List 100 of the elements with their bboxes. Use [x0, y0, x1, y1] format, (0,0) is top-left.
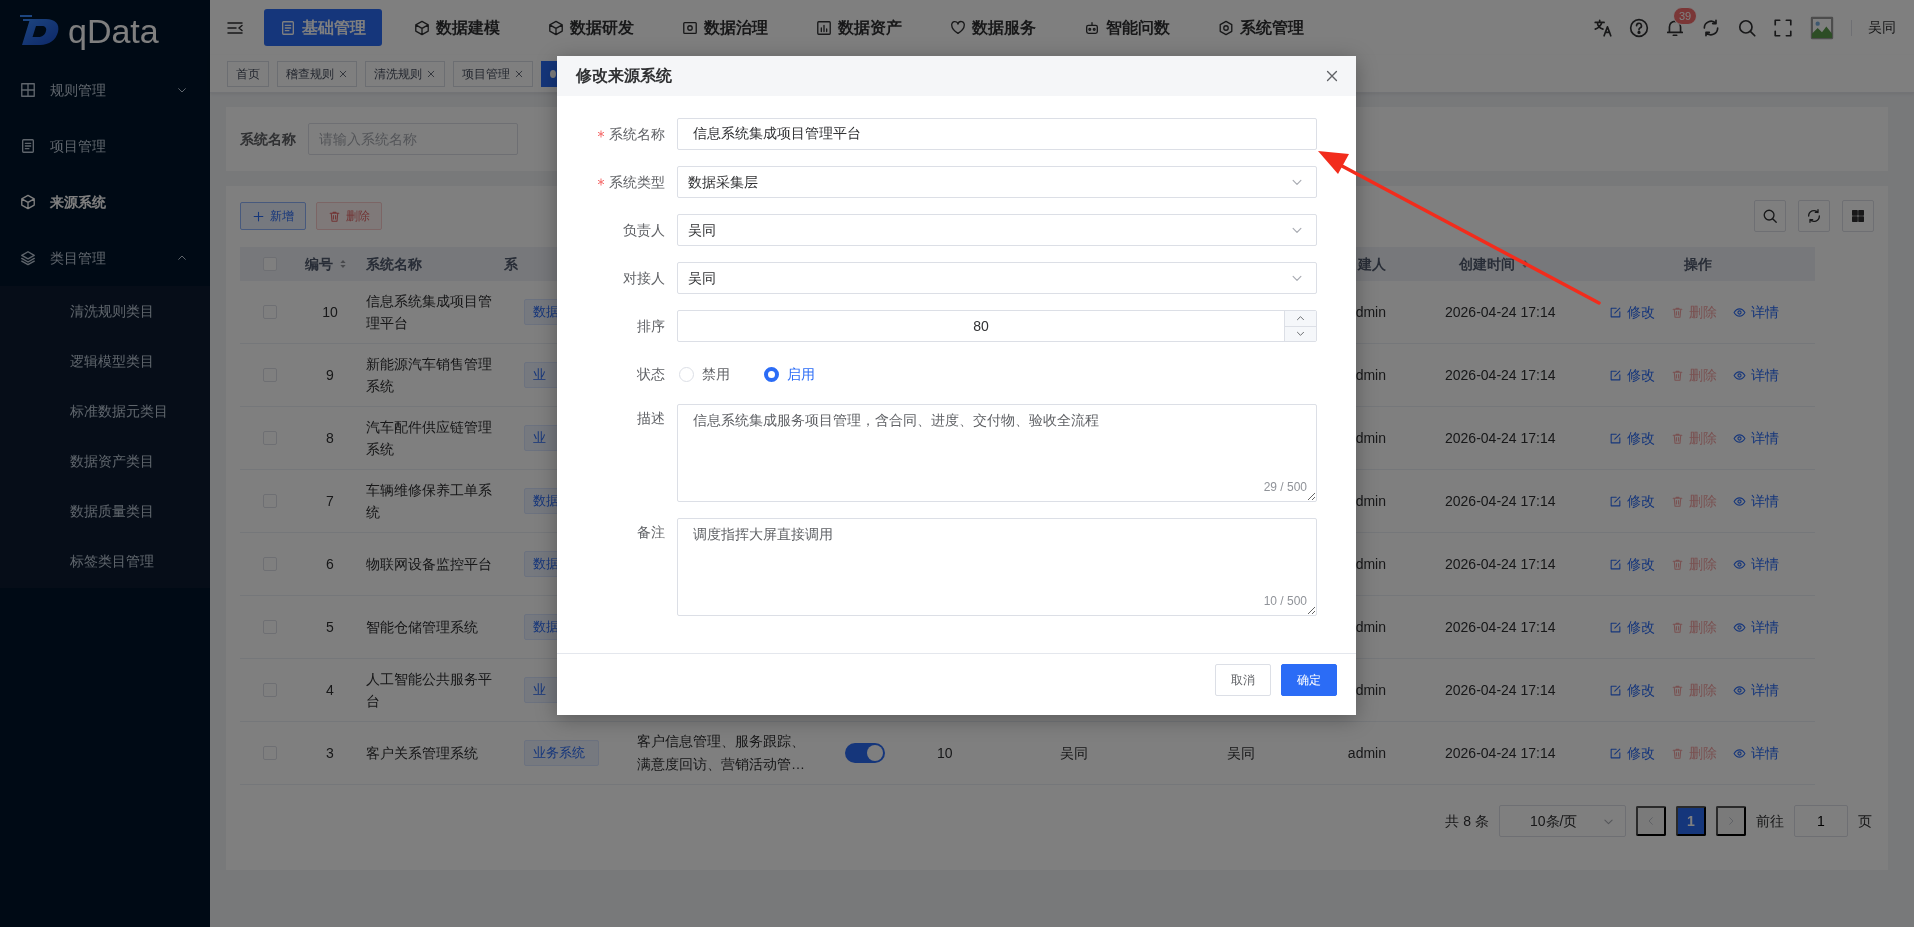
user-name[interactable]: 吴同: [1868, 17, 1896, 38]
submenu-item[interactable]: 标准数据元类目: [0, 386, 210, 436]
document-icon: [20, 138, 36, 154]
close-icon[interactable]: [514, 68, 524, 79]
table-cell-text: 10: [937, 743, 953, 763]
submenu-item[interactable]: 标签类目管理: [0, 536, 210, 586]
table-cell-text: 2026-04-24 17:14: [1445, 491, 1556, 511]
sidebar-item[interactable]: 项目管理: [0, 118, 210, 174]
view-link[interactable]: 详情: [1733, 364, 1779, 386]
close-icon[interactable]: [338, 68, 348, 79]
avatar-image-icon[interactable]: [1809, 14, 1835, 41]
settings-icon: [1218, 19, 1234, 36]
eye-icon: [1733, 368, 1746, 382]
view-link[interactable]: 详情: [1733, 427, 1779, 449]
nav-tab[interactable]: 系统管理: [1202, 9, 1320, 46]
sidebar-item[interactable]: 类目管理: [0, 230, 210, 286]
edit-link[interactable]: 修改: [1609, 427, 1655, 449]
nav-tab[interactable]: 智能问数: [1068, 9, 1186, 46]
trash-icon: [328, 209, 341, 223]
table-cell-text: 信息系统集成项目管理平台: [366, 291, 493, 333]
select-field[interactable]: 数据采集层: [677, 166, 1317, 198]
search-icon[interactable]: [1737, 17, 1757, 38]
submenu-item[interactable]: 数据质量类目: [0, 486, 210, 536]
nav-tab[interactable]: 数据资产: [800, 9, 918, 46]
sidebar-item[interactable]: 规则管理: [0, 62, 210, 118]
search-button[interactable]: [1754, 200, 1786, 232]
view-link[interactable]: 详情: [1733, 742, 1779, 764]
table-cell-text: 10: [322, 302, 338, 322]
logo-text: qData: [68, 14, 159, 48]
radio-label[interactable]: 启用: [787, 363, 815, 385]
heart-icon: [950, 19, 966, 36]
page-input[interactable]: 1: [1794, 805, 1848, 837]
table-cell-text: 8: [326, 428, 334, 448]
radio-button[interactable]: [764, 366, 779, 382]
cancel-button[interactable]: 取消: [1215, 664, 1271, 696]
table-cell-text: 新能源汽车销售管理系统: [366, 354, 493, 396]
table-cell-text: 物联网设备监控平台: [366, 554, 493, 574]
trash-icon: [1671, 746, 1684, 760]
view-link[interactable]: 详情: [1733, 490, 1779, 512]
edit-link[interactable]: 修改: [1609, 679, 1655, 701]
refresh-icon[interactable]: [1701, 17, 1721, 38]
column-header: 建人: [1358, 254, 1386, 274]
trash-icon: [1671, 494, 1684, 508]
eye-icon: [1733, 431, 1746, 445]
radio-label[interactable]: 禁用: [702, 363, 730, 385]
eye-icon: [1733, 557, 1746, 571]
fullscreen-icon[interactable]: [1773, 17, 1793, 38]
view-link[interactable]: 详情: [1733, 616, 1779, 638]
column-header: 系统名称: [366, 254, 422, 274]
view-link[interactable]: 详情: [1733, 679, 1779, 701]
edit-icon: [1609, 494, 1622, 508]
trash-icon: [1671, 305, 1684, 319]
table-cell-text: 9: [326, 365, 334, 385]
nav-tab[interactable]: 数据治理: [666, 9, 784, 46]
page-tab[interactable]: 稽查规则: [277, 60, 357, 87]
edit-link[interactable]: 修改: [1609, 742, 1655, 764]
refresh-icon: [1806, 208, 1822, 224]
edit-link[interactable]: 修改: [1609, 490, 1655, 512]
refresh-button[interactable]: [1798, 200, 1830, 232]
nav-tab[interactable]: 数据服务: [934, 9, 1052, 46]
edit-link[interactable]: 修改: [1609, 553, 1655, 575]
page-size-select[interactable]: 10条/页: [1499, 805, 1626, 837]
nav-tab[interactable]: 数据研发: [532, 9, 650, 46]
table-cell-text: 4: [326, 680, 334, 700]
column-header: 系: [504, 254, 518, 274]
page-button[interactable]: 1: [1676, 806, 1706, 836]
column-header[interactable]: 编号: [305, 253, 349, 275]
close-icon[interactable]: [426, 68, 436, 79]
column-header[interactable]: 创建时间: [1459, 253, 1531, 275]
table-cell-text: dmin: [1355, 365, 1386, 385]
submenu-item[interactable]: 数据资产类目: [0, 436, 210, 486]
input-field[interactable]: 信息系统集成项目管理平台: [677, 118, 1317, 150]
sidebar-item[interactable]: 来源系统: [0, 174, 210, 230]
table-cell-text: 6: [326, 554, 334, 574]
trash-icon: [1671, 683, 1684, 697]
columns-button[interactable]: [1842, 200, 1874, 232]
translate-icon[interactable]: [1593, 17, 1613, 38]
close-icon[interactable]: [1324, 68, 1340, 84]
view-link[interactable]: 详情: [1733, 553, 1779, 575]
nav-tab[interactable]: 基础管理: [264, 9, 382, 46]
toggle-switch[interactable]: [845, 743, 885, 763]
confirm-button[interactable]: 确定: [1281, 664, 1337, 696]
page-tab[interactable]: 项目管理: [453, 60, 533, 87]
view-link[interactable]: 详情: [1733, 301, 1779, 323]
help-icon[interactable]: [1629, 17, 1649, 38]
previous-page-button[interactable]: [1636, 806, 1666, 836]
edit-link[interactable]: 修改: [1609, 616, 1655, 638]
select-field[interactable]: 吴同: [677, 214, 1317, 246]
select-field[interactable]: 吴同: [677, 262, 1317, 294]
page-tab[interactable]: 首页: [227, 60, 269, 87]
edit-link[interactable]: 修改: [1609, 364, 1655, 386]
submenu-item[interactable]: 清洗规则类目: [0, 286, 210, 336]
next-page-button[interactable]: [1716, 806, 1746, 836]
edit-link[interactable]: 修改: [1609, 301, 1655, 323]
nav-tab[interactable]: 数据建模: [398, 9, 516, 46]
table-cell-text: admin: [1347, 743, 1386, 763]
add-button[interactable]: 新增: [240, 202, 306, 230]
cube-icon: [548, 19, 564, 36]
submenu-item[interactable]: 逻辑模型类目: [0, 336, 210, 386]
page-tab[interactable]: 清洗规则: [365, 60, 445, 87]
